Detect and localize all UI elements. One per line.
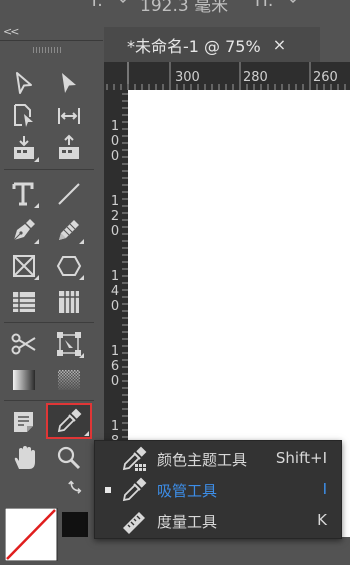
y-value-field[interactable]: 192.3 毫米 bbox=[140, 0, 228, 16]
chevron-down-icon[interactable] bbox=[116, 0, 130, 6]
hand-icon bbox=[14, 446, 35, 469]
control-bar: Y: 192.3 毫米 H: bbox=[0, 0, 350, 22]
direct-selection-tool-button[interactable] bbox=[52, 68, 86, 100]
note-tool-icon bbox=[14, 412, 33, 432]
ruler-label: 0 bbox=[110, 149, 120, 164]
ruler-label: 1 bbox=[110, 419, 120, 434]
scissors-tool-button[interactable] bbox=[7, 328, 41, 360]
document-tab-title: *未命名-1 @ 75% bbox=[127, 36, 261, 56]
content-collector-button[interactable] bbox=[7, 132, 41, 164]
scissors-icon bbox=[11, 333, 36, 355]
none-fill-swatch-icon bbox=[4, 507, 58, 562]
swap-arrows-icon bbox=[68, 480, 82, 494]
ruler-label: 0 bbox=[110, 224, 120, 239]
horizontal-ruler[interactable]: 300 280 260 bbox=[104, 62, 350, 90]
collapse-panel-button[interactable]: << bbox=[3, 25, 20, 38]
page-tool-icon bbox=[14, 104, 33, 127]
document-tab[interactable]: *未命名-1 @ 75% × bbox=[104, 27, 320, 62]
pen-tool-button[interactable] bbox=[7, 214, 41, 246]
menu-item-shortcut: I bbox=[322, 480, 327, 498]
vertical-grid-tool-button[interactable] bbox=[52, 286, 86, 318]
line-tool-button[interactable] bbox=[52, 178, 86, 210]
ruler-label: 260 bbox=[313, 70, 338, 85]
content-placer-button[interactable] bbox=[52, 132, 86, 164]
type-tool-button[interactable] bbox=[7, 178, 41, 210]
ruler-label: 1 bbox=[110, 344, 120, 359]
ruler-label: 0 bbox=[110, 299, 120, 314]
menu-item-shortcut: K bbox=[317, 511, 327, 529]
y-label: Y: bbox=[89, 0, 103, 11]
ruler-label: 300 bbox=[175, 70, 200, 85]
menu-item-label: 度量工具 bbox=[157, 513, 218, 531]
line-tool-icon bbox=[58, 183, 80, 205]
rectangle-frame-tool-button[interactable] bbox=[7, 250, 41, 282]
ruler-label: 2 bbox=[110, 209, 120, 224]
selection-arrow-icon bbox=[16, 72, 32, 94]
free-transform-tool-button[interactable] bbox=[52, 328, 86, 360]
horizontal-grid-tool-button[interactable] bbox=[7, 286, 41, 318]
divider bbox=[4, 322, 94, 323]
ruler-label: 4 bbox=[110, 284, 120, 299]
selection-tool-button[interactable] bbox=[7, 68, 41, 100]
panel-grip[interactable] bbox=[33, 47, 63, 53]
vertical-grid-icon bbox=[59, 291, 79, 313]
measure-tool-item[interactable]: 度量工具 K bbox=[95, 506, 341, 536]
ruler-label: 1 bbox=[110, 194, 120, 209]
gradient-feather-icon bbox=[58, 370, 80, 390]
close-tab-button[interactable]: × bbox=[273, 35, 286, 54]
horizontal-grid-icon bbox=[13, 292, 35, 312]
note-tool-button[interactable] bbox=[7, 406, 41, 438]
ruler-label: 1 bbox=[110, 269, 120, 284]
zoom-tool-button[interactable] bbox=[52, 442, 86, 474]
zoom-icon bbox=[57, 446, 81, 470]
polygon-tool-button[interactable] bbox=[52, 250, 86, 282]
color-theme-tool-icon bbox=[121, 446, 149, 472]
active-bullet-icon bbox=[105, 487, 111, 493]
measure-tool-icon bbox=[121, 508, 149, 534]
ruler-label: 1 bbox=[110, 119, 120, 134]
menu-item-label: 颜色主题工具 bbox=[157, 451, 248, 469]
menu-item-label: 吸管工具 bbox=[157, 482, 218, 500]
ruler-label: 6 bbox=[110, 359, 120, 374]
ruler-label: 0 bbox=[110, 374, 120, 389]
gradient-feather-tool-button[interactable] bbox=[52, 364, 86, 396]
gradient-swatch-tool-button[interactable] bbox=[7, 364, 41, 396]
direct-selection-arrow-icon bbox=[62, 73, 76, 93]
eyedropper-tool-flyout: 颜色主题工具 Shift+I 吸管工具 I 度量工具 K bbox=[94, 440, 342, 539]
gap-tool-icon bbox=[58, 108, 80, 124]
hand-tool-button[interactable] bbox=[7, 442, 41, 474]
divider bbox=[4, 169, 94, 170]
divider bbox=[4, 400, 94, 401]
eyedropper-tool-button[interactable] bbox=[46, 403, 92, 439]
eyedropper-icon bbox=[121, 477, 149, 503]
eyedropper-icon bbox=[57, 408, 82, 433]
ruler-label: 280 bbox=[243, 70, 268, 85]
tools-panel: << bbox=[0, 24, 103, 562]
pencil-tool-button[interactable] bbox=[52, 214, 86, 246]
color-theme-tool-item[interactable]: 颜色主题工具 Shift+I bbox=[95, 444, 341, 474]
content-placer-icon bbox=[59, 134, 79, 159]
fill-stroke-swatch[interactable] bbox=[4, 507, 61, 562]
swap-fill-stroke-button[interactable] bbox=[66, 476, 90, 498]
gradient-swatch-icon bbox=[13, 370, 35, 390]
chevron-down-icon[interactable] bbox=[286, 0, 300, 6]
gap-tool-button[interactable] bbox=[52, 100, 86, 132]
h-label: H: bbox=[255, 0, 274, 11]
ruler-label: 0 bbox=[110, 134, 120, 149]
eyedropper-tool-item[interactable]: 吸管工具 I bbox=[95, 475, 341, 505]
tools-panel-header: << bbox=[0, 24, 103, 41]
stroke-swatch[interactable] bbox=[62, 512, 88, 537]
menu-item-shortcut: Shift+I bbox=[275, 449, 327, 467]
page-tool-button[interactable] bbox=[7, 100, 41, 132]
